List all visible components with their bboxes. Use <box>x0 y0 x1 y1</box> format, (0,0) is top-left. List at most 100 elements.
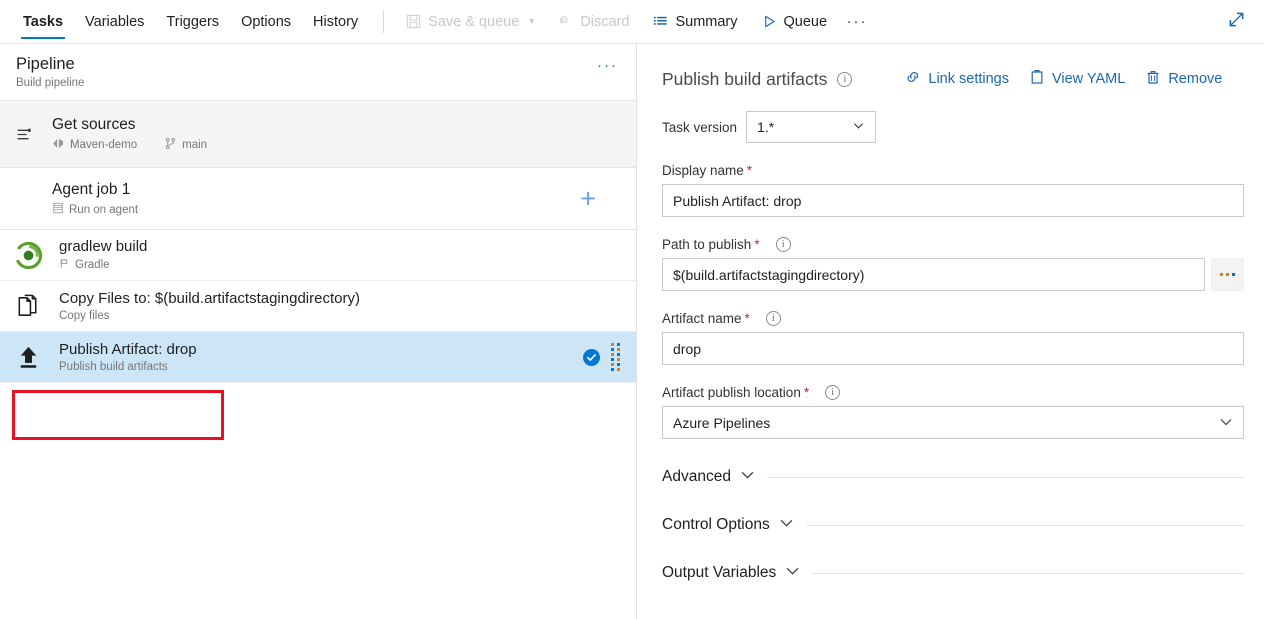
view-yaml-label: View YAML <box>1052 71 1125 87</box>
section-advanced[interactable]: Advanced <box>662 467 1244 487</box>
artifact-publish-location-select[interactable]: Azure Pipelines <box>662 406 1244 439</box>
branch-icon <box>164 137 177 153</box>
pipeline-header[interactable]: Pipeline Build pipeline ··· <box>0 44 636 101</box>
summary-button[interactable]: Summary <box>641 0 749 44</box>
get-sources-body: Get sources Maven-demo <box>52 115 620 153</box>
copy-files-body: Copy Files to: $(build.artifactstagingdi… <box>59 290 620 322</box>
tab-tasks[interactable]: Tasks <box>12 0 74 44</box>
pipeline-more-label: ··· <box>597 57 618 74</box>
path-to-publish-label: Path to publish <box>662 237 751 252</box>
display-name-label: Display name <box>662 163 744 178</box>
tab-history[interactable]: History <box>302 0 369 44</box>
section-output-variables[interactable]: Output Variables <box>662 563 1244 583</box>
add-task-button[interactable]: + <box>580 185 596 212</box>
tab-triggers[interactable]: Triggers <box>155 0 230 44</box>
get-sources-title: Get sources <box>52 115 620 134</box>
publish-artifact-title: Publish Artifact: drop <box>59 341 583 359</box>
path-to-publish-value: $(build.artifactstagingdirectory) <box>673 267 864 283</box>
path-browse-button[interactable] <box>1211 258 1244 291</box>
pipeline-title: Pipeline <box>16 53 620 75</box>
expand-button[interactable] <box>1227 0 1246 44</box>
pipeline-subtitle: Build pipeline <box>16 77 620 89</box>
browse-dot <box>1232 273 1235 276</box>
info-icon[interactable]: i <box>837 72 852 87</box>
save-and-queue-button[interactable]: Save & queue ▾ <box>394 0 546 44</box>
publish-artifact-subtitle: Publish build artifacts <box>59 361 583 373</box>
drag-handle-icon[interactable] <box>611 343 620 371</box>
tab-triggers-label: Triggers <box>166 14 219 30</box>
task-row-gradlew-build[interactable]: gradlew build Gradle <box>0 230 636 281</box>
link-settings-label: Link settings <box>928 71 1009 87</box>
chevron-down-icon <box>1219 414 1233 431</box>
toolbar-overflow-button[interactable]: ··· <box>839 0 875 44</box>
task-version-row: Task version 1.* <box>662 111 1244 143</box>
task-version-select[interactable]: 1.* <box>746 111 876 143</box>
display-name-input[interactable]: Publish Artifact: drop <box>662 184 1244 217</box>
get-sources-repo-label: Maven-demo <box>70 139 137 151</box>
browse-dot <box>1226 273 1229 276</box>
copy-files-title: Copy Files to: $(build.artifactstagingdi… <box>59 290 620 308</box>
list-icon <box>653 14 668 29</box>
toolbar-divider <box>383 11 384 33</box>
get-sources-branch-label: main <box>182 139 207 151</box>
agent-icon <box>52 202 64 217</box>
remove-label: Remove <box>1168 71 1222 87</box>
view-yaml-button[interactable]: View YAML <box>1021 65 1133 93</box>
save-icon <box>406 14 421 29</box>
copy-files-subtitle: Copy files <box>59 310 620 322</box>
info-icon[interactable]: i <box>825 385 840 400</box>
artifact-publish-location-label: Artifact publish location <box>662 385 801 400</box>
artifact-publish-location-label-row: Artifact publish location * i <box>662 385 1244 400</box>
queue-label: Queue <box>784 14 828 30</box>
artifact-name-label: Artifact name <box>662 311 742 326</box>
tab-variables[interactable]: Variables <box>74 0 155 44</box>
display-name-label-row: Display name * <box>662 163 1244 178</box>
path-to-publish-required: * <box>754 237 759 252</box>
trash-icon <box>1145 69 1161 89</box>
link-settings-button[interactable]: Link settings <box>897 65 1017 93</box>
check-circle-icon <box>583 349 600 366</box>
tree-node-get-sources[interactable]: Get sources Maven-demo <box>0 101 636 168</box>
pipeline-more-button[interactable]: ··· <box>597 60 618 72</box>
gradle-icon <box>14 241 59 270</box>
path-to-publish-input[interactable]: $(build.artifactstagingdirectory) <box>662 258 1205 291</box>
annotation-highlight-box <box>12 390 224 440</box>
info-icon[interactable]: i <box>766 311 781 326</box>
task-row-publish-artifact[interactable]: Publish Artifact: drop Publish build art… <box>0 332 636 383</box>
tab-history-label: History <box>313 14 358 30</box>
publish-artifact-row-actions <box>583 343 620 371</box>
display-name-value: Publish Artifact: drop <box>673 193 801 209</box>
save-and-queue-label: Save & queue <box>428 14 519 30</box>
agent-job-subtitle: Run on agent <box>52 202 620 217</box>
task-row-copy-files[interactable]: Copy Files to: $(build.artifactstagingdi… <box>0 281 636 332</box>
gradlew-build-title: gradlew build <box>59 238 620 256</box>
undo-icon <box>558 14 573 29</box>
chevron-down-icon <box>785 563 800 583</box>
chevron-down-icon <box>779 515 794 535</box>
section-output-variables-label: Output Variables <box>662 564 776 582</box>
display-name-required: * <box>747 163 752 178</box>
get-sources-subtitle: Maven-demo <box>52 137 620 153</box>
flag-icon <box>59 258 70 272</box>
section-control-options[interactable]: Control Options <box>662 515 1244 535</box>
gradlew-build-subtitle: Gradle <box>59 258 620 272</box>
gradlew-build-body: gradlew build Gradle <box>59 238 620 272</box>
discard-button[interactable]: Discard <box>546 0 641 44</box>
get-sources-icon <box>14 125 52 144</box>
chevron-down-icon <box>852 119 865 135</box>
pipeline-editor-page: Tasks Variables Triggers Options History <box>0 0 1264 619</box>
azure-repos-icon <box>52 137 65 153</box>
remove-button[interactable]: Remove <box>1137 65 1230 93</box>
artifact-name-input[interactable]: drop <box>662 332 1244 365</box>
queue-button[interactable]: Queue <box>750 0 840 44</box>
tree-node-agent-job[interactable]: Agent job 1 <box>0 168 636 230</box>
gradlew-build-subtitle-label: Gradle <box>75 259 110 271</box>
artifact-name-label-row: Artifact name * i <box>662 311 1244 326</box>
tab-options[interactable]: Options <box>230 0 302 44</box>
agent-job-title: Agent job 1 <box>52 180 620 199</box>
link-icon <box>905 69 921 89</box>
info-icon[interactable]: i <box>776 237 791 252</box>
chevron-down-icon: ▾ <box>529 16 534 27</box>
tab-options-label: Options <box>241 14 291 30</box>
browse-dot <box>1220 273 1223 276</box>
